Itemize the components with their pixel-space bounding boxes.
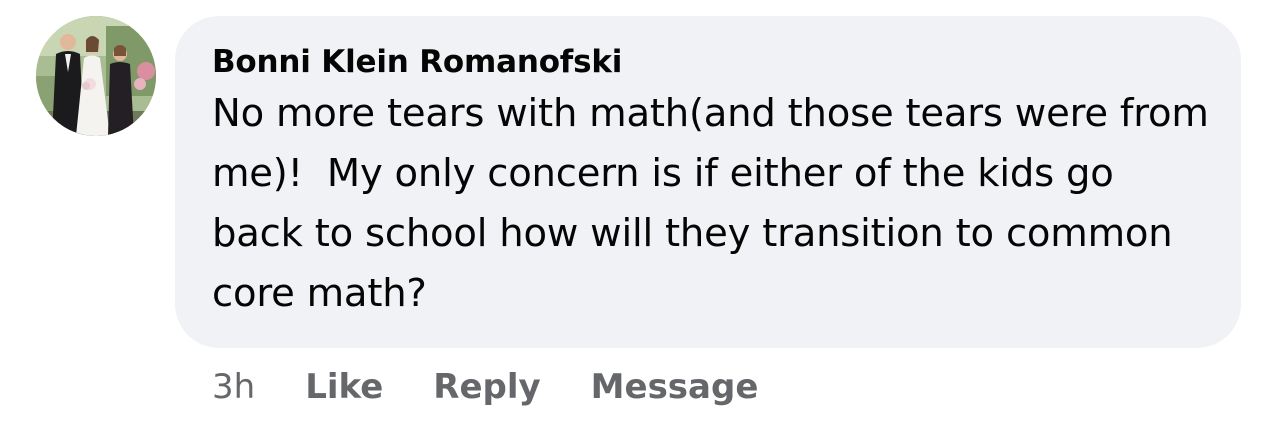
comment-actions: 3h Like Reply Message	[212, 362, 808, 412]
like-button[interactable]: Like	[305, 367, 383, 407]
comment-timestamp[interactable]: 3h	[212, 367, 255, 407]
comment-author[interactable]: Bonni Klein Romanofski	[212, 42, 1211, 82]
message-button[interactable]: Message	[591, 367, 759, 407]
comment-text: No more tears with math(and those tears …	[212, 91, 1221, 316]
avatar-photo	[36, 16, 156, 136]
comment-bubble: Bonni Klein Romanofski No more tears wit…	[175, 16, 1241, 348]
reply-button[interactable]: Reply	[433, 367, 540, 407]
avatar[interactable]	[36, 16, 156, 136]
